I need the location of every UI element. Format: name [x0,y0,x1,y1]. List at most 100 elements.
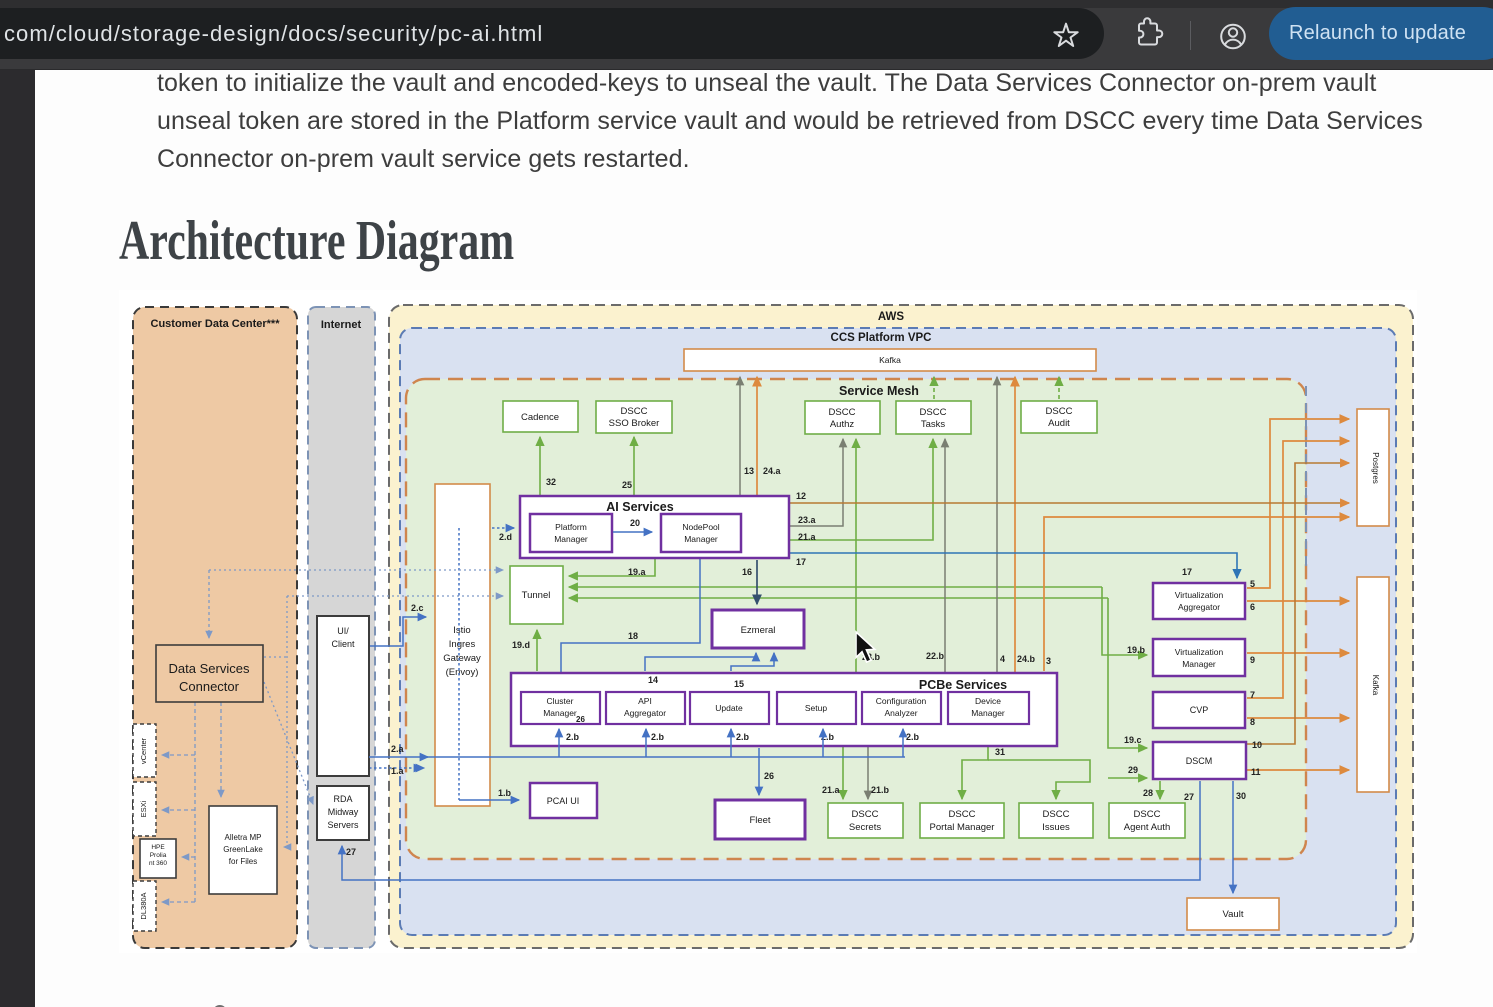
svg-text:17: 17 [1182,567,1192,577]
svg-text:21.a: 21.a [822,785,841,795]
svg-text:30: 30 [1236,791,1246,801]
svg-text:12: 12 [796,491,806,501]
svg-text:API: API [638,696,652,706]
svg-text:Cluster: Cluster [547,696,574,706]
svg-text:AI Services: AI Services [606,500,673,514]
svg-text:10: 10 [1252,740,1262,750]
svg-text:4: 4 [1000,654,1005,664]
svg-text:Connector: Connector [179,679,240,694]
svg-text:RDA: RDA [333,794,352,804]
svg-text:15: 15 [734,679,744,689]
svg-text:23.a: 23.a [798,515,817,525]
svg-text:2.c: 2.c [411,603,424,613]
svg-text:Setup: Setup [805,703,827,713]
svg-text:PCBe Services: PCBe Services [919,678,1007,692]
svg-text:24.b: 24.b [1017,654,1036,664]
svg-text:nt 360: nt 360 [149,860,167,867]
svg-text:22.b: 22.b [926,651,945,661]
svg-text:Agent Auth: Agent Auth [1124,822,1170,833]
svg-text:UI/: UI/ [337,626,349,636]
svg-text:HPE: HPE [151,844,165,851]
svg-text:Internet: Internet [321,319,362,331]
svg-text:Configuration: Configuration [876,696,927,706]
svg-text:1.b: 1.b [498,788,512,798]
svg-text:Virtualization: Virtualization [1175,590,1224,600]
svg-text:AWS: AWS [878,311,905,323]
svg-text:Midway: Midway [328,807,359,817]
svg-text:CCS Platform VPC: CCS Platform VPC [831,332,932,344]
svg-text:Alletra MP: Alletra MP [225,833,262,842]
svg-text:DSCC: DSCC [1043,809,1070,820]
svg-text:Analyzer: Analyzer [884,708,917,718]
svg-text:GreenLake: GreenLake [223,845,263,854]
svg-text:27: 27 [346,847,356,857]
svg-text:26: 26 [764,771,774,781]
svg-text:2.b: 2.b [566,732,580,742]
svg-text:Manager: Manager [971,708,1005,718]
svg-text:DSCC: DSCC [621,406,648,417]
svg-text:ESXi: ESXi [139,800,148,817]
svg-text:DSCC: DSCC [949,809,976,820]
svg-text:2.b: 2.b [736,732,750,742]
svg-text:Aggregator: Aggregator [1178,602,1220,612]
svg-text:14: 14 [648,675,658,685]
svg-text:DL380A: DL380A [139,892,148,919]
svg-text:Ezmeral: Ezmeral [741,625,776,636]
svg-text:31: 31 [995,747,1005,757]
svg-text:Client: Client [331,639,355,649]
svg-text:Data Services: Data Services [169,661,250,676]
svg-text:19.a: 19.a [628,567,647,577]
svg-text:Platform: Platform [555,522,587,532]
svg-text:26: 26 [576,715,585,724]
svg-text:DSCC: DSCC [1134,809,1161,820]
svg-text:Manager: Manager [543,708,577,718]
svg-text:2.a: 2.a [391,744,405,754]
svg-text:Issues: Issues [1042,822,1070,833]
svg-text:Cadence: Cadence [521,412,559,423]
svg-text:1.a: 1.a [391,766,405,776]
svg-text:Customer Data Center***: Customer Data Center*** [151,318,281,330]
svg-text:21.a: 21.a [798,532,817,542]
svg-text:6: 6 [1250,602,1255,612]
svg-text:11: 11 [1251,767,1261,777]
svg-text:3: 3 [1046,656,1051,666]
svg-text:Kafka: Kafka [879,355,901,365]
svg-text:Gateway: Gateway [443,653,481,664]
svg-text:19.c: 19.c [1124,735,1142,745]
svg-text:Vault: Vault [1223,909,1244,920]
svg-text:20: 20 [630,518,640,528]
svg-text:NodePool: NodePool [682,522,719,532]
svg-text:DSCC: DSCC [829,407,856,418]
svg-text:SSO Broker: SSO Broker [609,418,660,429]
svg-text:19.b: 19.b [1127,645,1146,655]
svg-text:13: 13 [744,466,754,476]
svg-text:Manager: Manager [554,534,588,544]
svg-text:17: 17 [796,557,806,567]
svg-text:2.b: 2.b [651,732,665,742]
svg-text:29: 29 [1128,765,1138,775]
svg-text:Manager: Manager [1182,659,1216,669]
svg-text:Manager: Manager [684,534,718,544]
svg-text:Kafka: Kafka [1371,675,1380,696]
svg-text:2.b: 2.b [906,732,920,742]
svg-text:Prolia: Prolia [150,852,167,859]
svg-text:Aggregator: Aggregator [624,708,666,718]
svg-text:16: 16 [742,567,752,577]
svg-text:28: 28 [1143,788,1153,798]
svg-text:2.d: 2.d [499,532,512,542]
svg-text:Secrets: Secrets [849,822,881,833]
svg-text:Audit: Audit [1048,418,1070,429]
svg-text:DSCC: DSCC [1046,406,1073,417]
svg-text:Authz: Authz [830,419,855,430]
svg-text:7: 7 [1250,690,1255,700]
svg-text:Portal Manager: Portal Manager [930,822,995,833]
svg-text:PCAI UI: PCAI UI [547,796,580,806]
svg-text:Ingres: Ingres [449,639,476,650]
svg-text:18: 18 [628,631,638,641]
svg-text:8: 8 [1250,717,1255,727]
svg-text:21.b: 21.b [871,785,890,795]
svg-text:(Envoy): (Envoy) [446,667,479,678]
svg-text:vCenter: vCenter [139,737,148,764]
svg-text:Istio: Istio [453,625,470,636]
svg-text:DSCC: DSCC [920,407,947,418]
